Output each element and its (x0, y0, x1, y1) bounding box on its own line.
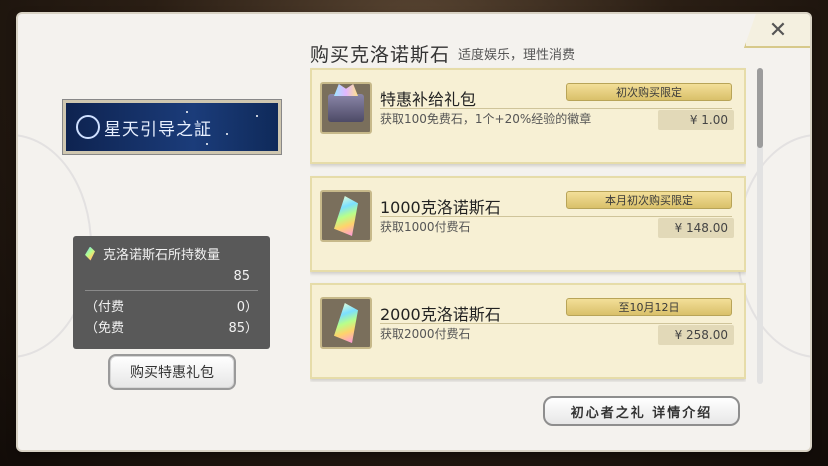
star-icon (186, 111, 188, 113)
banner-text: 星天引导之証 (104, 119, 212, 140)
star-icon (256, 115, 258, 117)
product-name: 1000克洛诺斯石 (380, 198, 501, 217)
stone-count-label: 克洛诺斯石所持数量 (103, 248, 221, 263)
divider (380, 108, 732, 109)
product-description: 获取100免费石，1个+20%经验的徽章 (380, 112, 592, 126)
beginner-gift-details-button[interactable]: 初心者之礼 详情介绍 (543, 396, 740, 426)
list-scrollbar[interactable] (757, 68, 763, 384)
close-icon: ✕ (768, 17, 788, 43)
paid-value: 0） (236, 300, 258, 315)
product-description: 获取2000付费石 (380, 327, 471, 341)
buy-gift-pack-button[interactable]: 购买特惠礼包 (108, 354, 236, 390)
free-value: 85） (228, 321, 258, 336)
product-name: 2000克洛诺斯石 (380, 305, 501, 324)
treasure-chest-icon (320, 82, 372, 134)
dialog-title: 购买克洛诺斯石 (310, 44, 451, 66)
purchase-dialog: ✕ 购买克洛诺斯石 适度娱乐，理性消费 星天引导之証 克洛诺斯石所持数量 85 … (18, 14, 810, 450)
product-item-gift-pack[interactable]: 特惠补给礼包 获取100免费石，1个+20%经验的徽章 初次购买限定 ¥ 1.0… (310, 68, 746, 164)
scrollbar-thumb[interactable] (757, 68, 763, 148)
limit-badge: 至10月12日 (566, 298, 732, 316)
divider (380, 216, 732, 217)
price-label: ¥ 148.00 (658, 218, 734, 238)
event-banner[interactable]: 星天引导之証 (63, 100, 281, 154)
dialog-subtitle: 适度娱乐，理性消费 (458, 48, 576, 63)
limit-badge: 初次购买限定 (566, 83, 732, 101)
free-row: （免费 85） (85, 318, 258, 339)
divider (380, 323, 732, 324)
chronos-stone-icon (320, 297, 372, 349)
price-label: ¥ 1.00 (658, 110, 734, 130)
limit-badge: 本月初次购买限定 (566, 191, 732, 209)
price-label: ¥ 258.00 (658, 325, 734, 345)
divider (85, 290, 258, 291)
product-item-2000-stones[interactable]: 2000克洛诺斯石 获取2000付费石 至10月12日 ¥ 258.00 (310, 283, 746, 379)
stone-count-panel: 克洛诺斯石所持数量 85 （付费 0） （免费 85） (73, 236, 270, 349)
paid-row: （付费 0） (85, 297, 258, 318)
decorative-ring-right (736, 134, 810, 358)
free-label: （免费 (85, 321, 125, 336)
constellation-emblem-icon (76, 115, 100, 139)
product-item-1000-stones[interactable]: 1000克洛诺斯石 获取1000付费石 本月初次购买限定 ¥ 148.00 (310, 176, 746, 272)
star-icon (206, 143, 208, 145)
product-name: 特惠补给礼包 (380, 90, 477, 109)
stone-count-total: 85 (233, 269, 250, 284)
chronos-stone-icon (85, 246, 95, 261)
chronos-stone-icon (320, 190, 372, 242)
stone-count-header: 克洛诺斯石所持数量 (85, 244, 258, 263)
star-icon (226, 133, 228, 135)
product-list: 特惠补给礼包 获取100免费石，1个+20%经验的徽章 初次购买限定 ¥ 1.0… (310, 66, 746, 382)
product-description: 获取1000付费石 (380, 220, 471, 234)
close-button[interactable]: ✕ (744, 14, 810, 48)
paid-label: （付费 (85, 300, 125, 315)
